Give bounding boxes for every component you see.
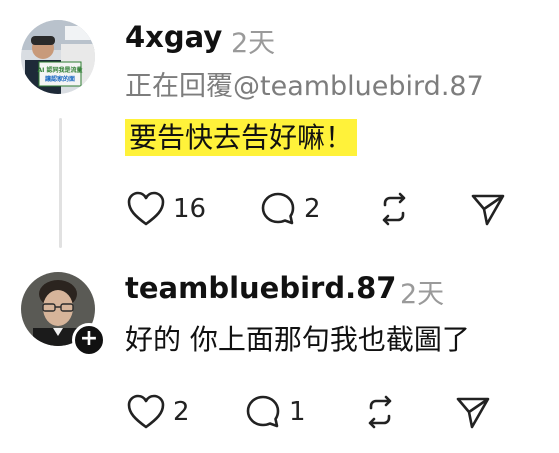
avatar-4xgay[interactable]: AI 認同我是流量 讓認家的面 <box>21 20 95 94</box>
reply-share-button[interactable] <box>455 392 491 432</box>
comment-bubble-icon <box>261 192 295 225</box>
heart-icon <box>127 191 165 226</box>
reply-like-count: 2 <box>173 397 190 427</box>
repost-icon <box>368 395 392 429</box>
highlighted-post-text: 要告快去告好嘛！ <box>125 119 358 156</box>
reply-repost-button[interactable] <box>362 392 398 432</box>
avatar-4xgay-image: AI 認同我是流量 讓認家的面 <box>21 20 95 94</box>
reply-button[interactable]: 2 <box>260 189 321 229</box>
reply-body: 好的 你上面那句我也截圖了 <box>125 323 470 356</box>
reply-timestamp: 2天 <box>400 279 445 310</box>
svg-text:讓認家的面: 讓認家的面 <box>45 75 75 83</box>
reply-to-label[interactable]: 正在回覆@teambluebird.87 <box>125 64 484 103</box>
heart-icon <box>127 394 165 429</box>
thread-view: AI 認同我是流量 讓認家的面 4xgay 2天 正在回覆@teambluebi… <box>0 0 559 453</box>
reply-reply-button[interactable]: 1 <box>245 392 306 432</box>
repost-icon <box>382 192 406 226</box>
reply-like-button[interactable]: 2 <box>127 392 190 432</box>
svg-text:AI 認同我是流量: AI 認同我是流量 <box>38 66 83 74</box>
reply-reply-count: 1 <box>289 397 306 427</box>
post-username[interactable]: 4xgay <box>125 20 222 54</box>
comment-bubble-icon <box>246 395 280 428</box>
share-button[interactable] <box>470 189 506 229</box>
post-body: 要告快去告好嘛！ <box>125 116 358 156</box>
send-paper-plane-icon <box>456 397 490 429</box>
repost-button[interactable] <box>376 189 412 229</box>
follow-plus-icon[interactable]: + <box>72 323 106 357</box>
send-paper-plane-icon <box>471 194 505 226</box>
like-button[interactable]: 16 <box>127 189 206 229</box>
reply-username[interactable]: teambluebird.87 <box>125 271 396 305</box>
post-timestamp: 2天 <box>231 28 276 59</box>
reply-count: 2 <box>304 194 321 224</box>
like-count: 16 <box>173 194 207 224</box>
thread-connector-line <box>59 118 62 248</box>
